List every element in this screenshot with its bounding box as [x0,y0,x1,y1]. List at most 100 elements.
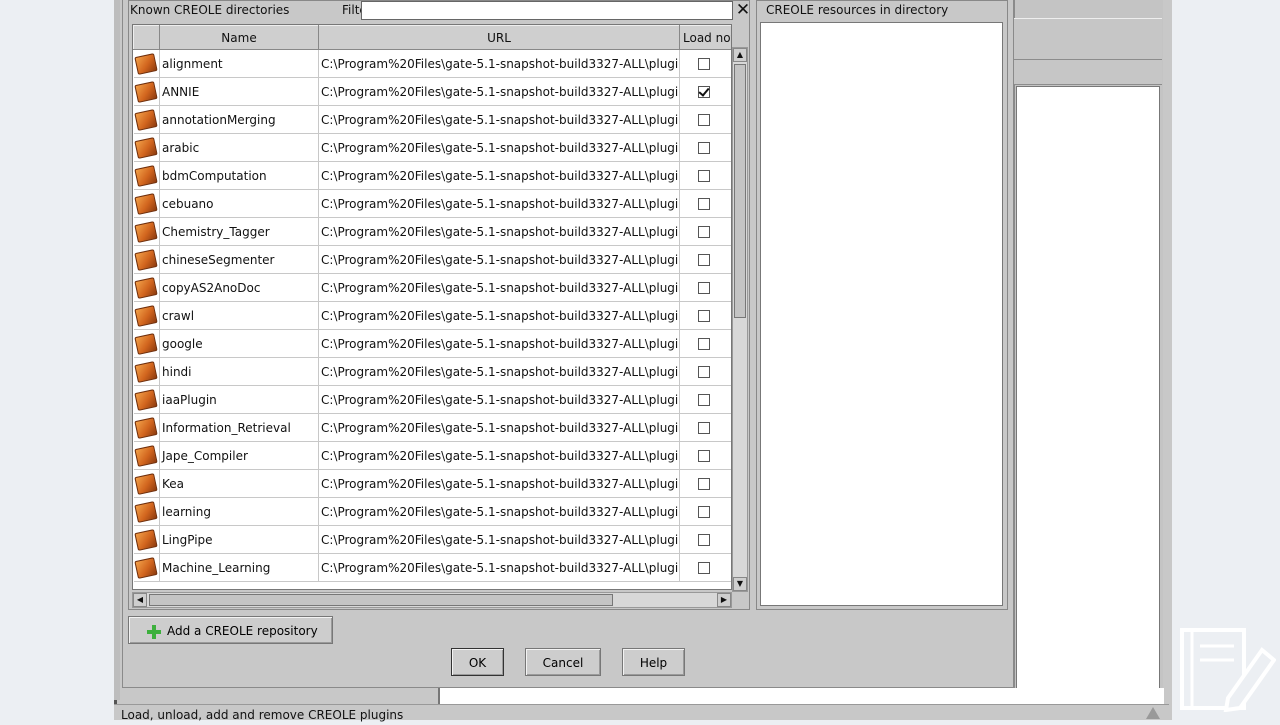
vertical-scrollbar[interactable]: ▲ ▼ [732,47,748,592]
load-now-checkbox[interactable] [697,226,710,238]
ok-button[interactable]: OK [451,648,504,676]
table-row[interactable]: bdmComputation C:\Program%20Files\gate-5.… [133,161,731,190]
load-now-checkbox[interactable] [697,86,710,98]
load-now-checkbox[interactable] [697,506,710,518]
load-now-checkbox[interactable] [697,450,710,462]
table-row[interactable]: alignment C:\Program%20Files\gate-5.1-sna… [133,49,731,78]
plugin-name-cell[interactable]: Kea [159,469,319,498]
table-row[interactable]: Kea C:\Program%20Files\gate-5.1-snapshot-… [133,469,731,498]
table-row[interactable]: iaaPlugin C:\Program%20Files\gate-5.1-sna… [133,385,731,414]
column-header-url[interactable]: URL [318,25,680,50]
plugin-name-cell[interactable]: learning [159,497,319,526]
add-repository-button[interactable]: Add a CREOLE repository [128,616,333,644]
close-icon[interactable]: ✕ [735,1,751,20]
plugin-name-cell[interactable]: google [159,329,319,358]
plugin-name-cell[interactable]: Chemistry_Tagger [159,217,319,246]
plugin-name-cell[interactable]: LingPipe [159,525,319,554]
table-row[interactable]: learning C:\Program%20Files\gate-5.1-snap… [133,497,731,526]
column-header-icon[interactable] [133,25,160,50]
plugin-url-cell[interactable]: C:\Program%20Files\gate-5.1-snapshot-bui… [318,497,680,526]
plugin-url-cell[interactable]: C:\Program%20Files\gate-5.1-snapshot-bui… [318,217,680,246]
plugin-url-cell[interactable]: C:\Program%20Files\gate-5.1-snapshot-bui… [318,49,680,78]
load-now-checkbox[interactable] [697,170,710,182]
table-row[interactable]: chineseSegmenter C:\Program%20Files\gate-… [133,245,731,274]
plugin-name-cell[interactable]: crawl [159,301,319,330]
plugin-url-cell[interactable]: C:\Program%20Files\gate-5.1-snapshot-bui… [318,273,680,302]
plugin-url-cell[interactable]: C:\Program%20Files\gate-5.1-snapshot-bui… [318,525,680,554]
load-now-checkbox[interactable] [697,366,710,378]
plugin-icon-cell [133,189,160,218]
table-row[interactable]: cebuano C:\Program%20Files\gate-5.1-snaps… [133,189,731,218]
filter-input[interactable] [361,1,733,20]
plugin-name-cell[interactable]: annotationMerging [159,105,319,134]
plugin-url-cell[interactable]: C:\Program%20Files\gate-5.1-snapshot-bui… [318,553,680,582]
plugin-url-cell[interactable]: C:\Program%20Files\gate-5.1-snapshot-bui… [318,357,680,386]
load-now-cell [679,245,731,274]
scroll-down-icon[interactable]: ▼ [733,577,747,591]
scroll-left-icon[interactable]: ◀ [133,593,147,607]
plugin-name-cell[interactable]: hindi [159,357,319,386]
load-now-checkbox[interactable] [697,198,710,210]
plugin-name-cell[interactable]: arabic [159,133,319,162]
table-row[interactable]: Information_Retrieval C:\Program%20Files\… [133,413,731,442]
horizontal-scrollbar[interactable]: ◀ ▶ [132,592,732,608]
plugin-name-cell[interactable]: Machine_Learning [159,553,319,582]
plugin-url-cell[interactable]: C:\Program%20Files\gate-5.1-snapshot-bui… [318,161,680,190]
load-now-checkbox[interactable] [697,142,710,154]
table-row[interactable]: annotationMerging C:\Program%20Files\gate… [133,105,731,134]
table-row[interactable]: Jape_Compiler C:\Program%20Files\gate-5.1… [133,441,731,470]
table-row[interactable]: Chemistry_Tagger C:\Program%20Files\gate-… [133,217,731,246]
plugin-url-cell[interactable]: C:\Program%20Files\gate-5.1-snapshot-bui… [318,301,680,330]
scroll-right-icon[interactable]: ▶ [717,593,731,607]
plugin-url-cell[interactable]: C:\Program%20Files\gate-5.1-snapshot-bui… [318,413,680,442]
load-now-checkbox[interactable] [697,254,710,266]
load-now-checkbox[interactable] [697,534,710,546]
load-now-checkbox[interactable] [697,394,710,406]
load-now-checkbox[interactable] [697,422,710,434]
table-row[interactable]: google C:\Program%20Files\gate-5.1-snapsh… [133,329,731,358]
table-row[interactable]: LingPipe C:\Program%20Files\gate-5.1-snap… [133,525,731,554]
plugin-url-cell[interactable]: C:\Program%20Files\gate-5.1-snapshot-bui… [318,77,680,106]
horizontal-scroll-thumb[interactable] [149,594,613,606]
cancel-button[interactable]: Cancel [525,648,601,676]
table-row[interactable]: Machine_Learning C:\Program%20Files\gate-… [133,553,731,582]
plugin-url-cell[interactable]: C:\Program%20Files\gate-5.1-snapshot-bui… [318,469,680,498]
load-now-checkbox[interactable] [697,58,710,70]
plugin-name-cell[interactable]: copyAS2AnoDoc [159,273,319,302]
plugin-url-cell[interactable]: C:\Program%20Files\gate-5.1-snapshot-bui… [318,329,680,358]
plugin-name-cell[interactable]: cebuano [159,189,319,218]
table-row[interactable]: copyAS2AnoDoc C:\Program%20Files\gate-5.1… [133,273,731,302]
table-row[interactable]: crawl C:\Program%20Files\gate-5.1-snapsho… [133,301,731,330]
scroll-up-icon[interactable]: ▲ [733,48,747,62]
column-header-name[interactable]: Name [159,25,319,50]
load-now-checkbox[interactable] [697,114,710,126]
plugin-name-cell[interactable]: Information_Retrieval [159,413,319,442]
load-now-checkbox[interactable] [697,282,710,294]
load-now-checkbox[interactable] [697,310,710,322]
plugin-name-cell[interactable]: bdmComputation [159,161,319,190]
vertical-scroll-thumb[interactable] [734,64,746,318]
plugin-name-cell[interactable]: ANNIE [159,77,319,106]
load-now-checkbox[interactable] [697,338,710,350]
plugin-name-cell[interactable]: alignment [159,49,319,78]
plugin-url-cell[interactable]: C:\Program%20Files\gate-5.1-snapshot-bui… [318,441,680,470]
plugin-url-cell[interactable]: C:\Program%20Files\gate-5.1-snapshot-bui… [318,105,680,134]
plugin-url-cell[interactable]: C:\Program%20Files\gate-5.1-snapshot-bui… [318,245,680,274]
plugin-url-cell[interactable]: C:\Program%20Files\gate-5.1-snapshot-bui… [318,189,680,218]
load-now-checkbox[interactable] [697,478,710,490]
column-header-load-now[interactable]: Load nov [679,25,731,50]
plugin-name-cell[interactable]: iaaPlugin [159,385,319,414]
table-row[interactable]: arabic C:\Program%20Files\gate-5.1-snapsh… [133,133,731,162]
plugin-icon-cell [133,133,160,162]
table-row[interactable]: ANNIE C:\Program%20Files\gate-5.1-snapsho… [133,77,731,106]
plugin-url-cell[interactable]: C:\Program%20Files\gate-5.1-snapshot-bui… [318,133,680,162]
plugin-name-cell[interactable]: Jape_Compiler [159,441,319,470]
plugin-name-cell[interactable]: chineseSegmenter [159,245,319,274]
table-row[interactable]: hindi C:\Program%20Files\gate-5.1-snapsho… [133,357,731,386]
plugin-icon [134,248,158,271]
help-button[interactable]: Help [622,648,685,676]
resources-list[interactable] [760,22,1003,606]
plugin-url-cell[interactable]: C:\Program%20Files\gate-5.1-snapshot-bui… [318,385,680,414]
plugin-icon [134,276,158,299]
load-now-checkbox[interactable] [697,562,710,574]
